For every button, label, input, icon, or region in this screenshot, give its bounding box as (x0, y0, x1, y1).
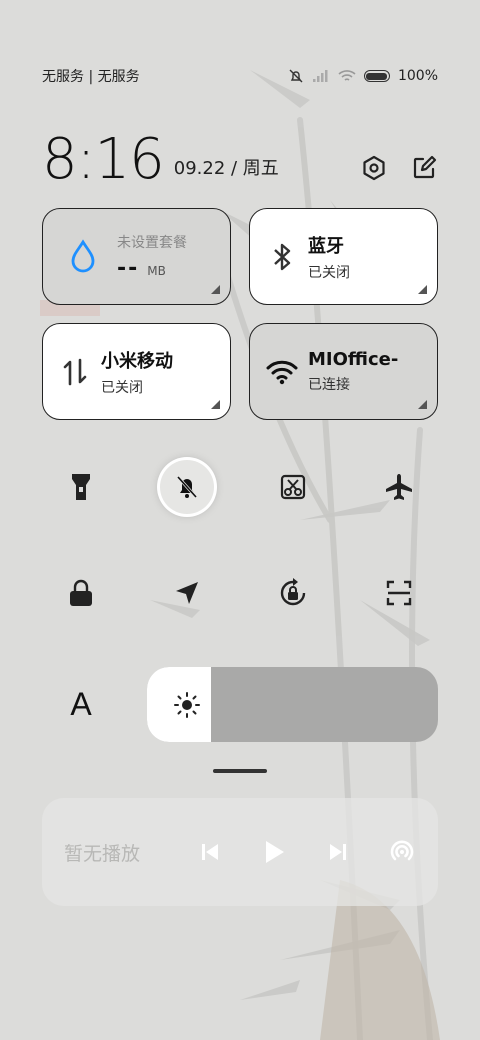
scan-button[interactable] (360, 554, 438, 632)
previous-button[interactable] (196, 838, 224, 866)
signal-icon (312, 69, 330, 83)
tile-corner-indicator (211, 285, 220, 294)
status-bar: 无服务 | 无服务 100% (42, 64, 438, 88)
settings-button[interactable] (360, 154, 388, 182)
tile-corner-indicator (418, 400, 427, 409)
quick-settings-row-2 (42, 554, 438, 632)
mobile-data-title: 小米移动 (101, 350, 173, 372)
font-size-button[interactable]: A (54, 680, 108, 728)
scan-icon (386, 580, 412, 606)
flashlight-icon (72, 474, 90, 500)
wifi-network-name: MIOffice- (308, 349, 399, 370)
wifi-tile[interactable]: MIOffice- 已连接 (249, 323, 438, 420)
wifi-status: 已连接 (308, 377, 350, 393)
lock-screen-button[interactable] (42, 554, 120, 632)
play-button[interactable] (260, 838, 288, 866)
rotation-lock-button[interactable] (254, 554, 332, 632)
header-actions (360, 154, 438, 182)
cast-button[interactable] (388, 838, 416, 866)
bluetooth-title: 蓝牙 (308, 235, 344, 257)
edit-button[interactable] (410, 154, 438, 182)
data-usage-tile[interactable]: 未设置套餐 -- MB (42, 208, 231, 305)
screenshot-icon (280, 474, 306, 500)
mobile-data-tile[interactable]: 小米移动 已关闭 (42, 323, 231, 420)
clock-row: 8:16 09.22 / 周五 (42, 118, 438, 188)
mobile-data-icon (55, 356, 95, 388)
mobile-data-status: 已关闭 (101, 379, 143, 396)
status-icons: 100% (288, 68, 438, 84)
next-icon (330, 844, 346, 860)
cast-icon (390, 840, 414, 861)
lock-icon (70, 579, 92, 606)
airplane-icon (386, 474, 412, 500)
media-status-label: 暂无播放 (64, 842, 141, 865)
data-usage-unit: MB (147, 264, 166, 278)
clock-time: 8:16 (42, 127, 165, 192)
media-controls (196, 838, 416, 866)
previous-icon (202, 844, 218, 860)
media-player-card: 暂无播放 (42, 798, 438, 906)
wifi-texts: MIOffice- 已连接 (308, 349, 398, 394)
screenshot-button[interactable] (254, 448, 332, 526)
quick-settings-row-1 (42, 448, 438, 526)
next-button[interactable] (324, 838, 352, 866)
brightness-slider[interactable] (147, 667, 438, 742)
data-plan-label: 未设置套餐 (117, 235, 187, 251)
wifi-tile-icon (262, 359, 302, 385)
bluetooth-icon (262, 241, 302, 273)
brightness-icon (173, 691, 201, 719)
airplane-mode-button[interactable] (360, 448, 438, 526)
rotation-lock-icon (280, 578, 306, 606)
settings-icon (363, 155, 385, 181)
bluetooth-status: 已关闭 (308, 264, 350, 281)
location-icon (176, 582, 198, 604)
bell-off-icon (288, 68, 304, 84)
battery-percentage: 100% (397, 68, 438, 84)
flashlight-button[interactable] (42, 448, 120, 526)
battery-icon (363, 70, 390, 82)
data-usage-value: -- (117, 256, 140, 281)
play-icon (266, 841, 284, 863)
clock-date: 09.22 / 周五 (173, 158, 279, 179)
wifi-icon (338, 69, 356, 83)
tile-corner-indicator (418, 285, 427, 294)
mute-button[interactable] (160, 460, 214, 514)
mobile-data-texts: 小米移动 已关闭 (101, 347, 173, 397)
panel-drag-handle[interactable] (213, 769, 267, 773)
carrier-text: 无服务 | 无服务 (42, 69, 140, 85)
location-button[interactable] (148, 554, 226, 632)
water-drop-icon (55, 238, 111, 275)
data-usage-texts: 未设置套餐 -- MB (117, 232, 187, 281)
bluetooth-tile[interactable]: 蓝牙 已关闭 (249, 208, 438, 305)
mute-icon (176, 475, 198, 499)
bluetooth-texts: 蓝牙 已关闭 (308, 232, 350, 282)
tile-corner-indicator (211, 400, 220, 409)
edit-icon (413, 155, 437, 179)
